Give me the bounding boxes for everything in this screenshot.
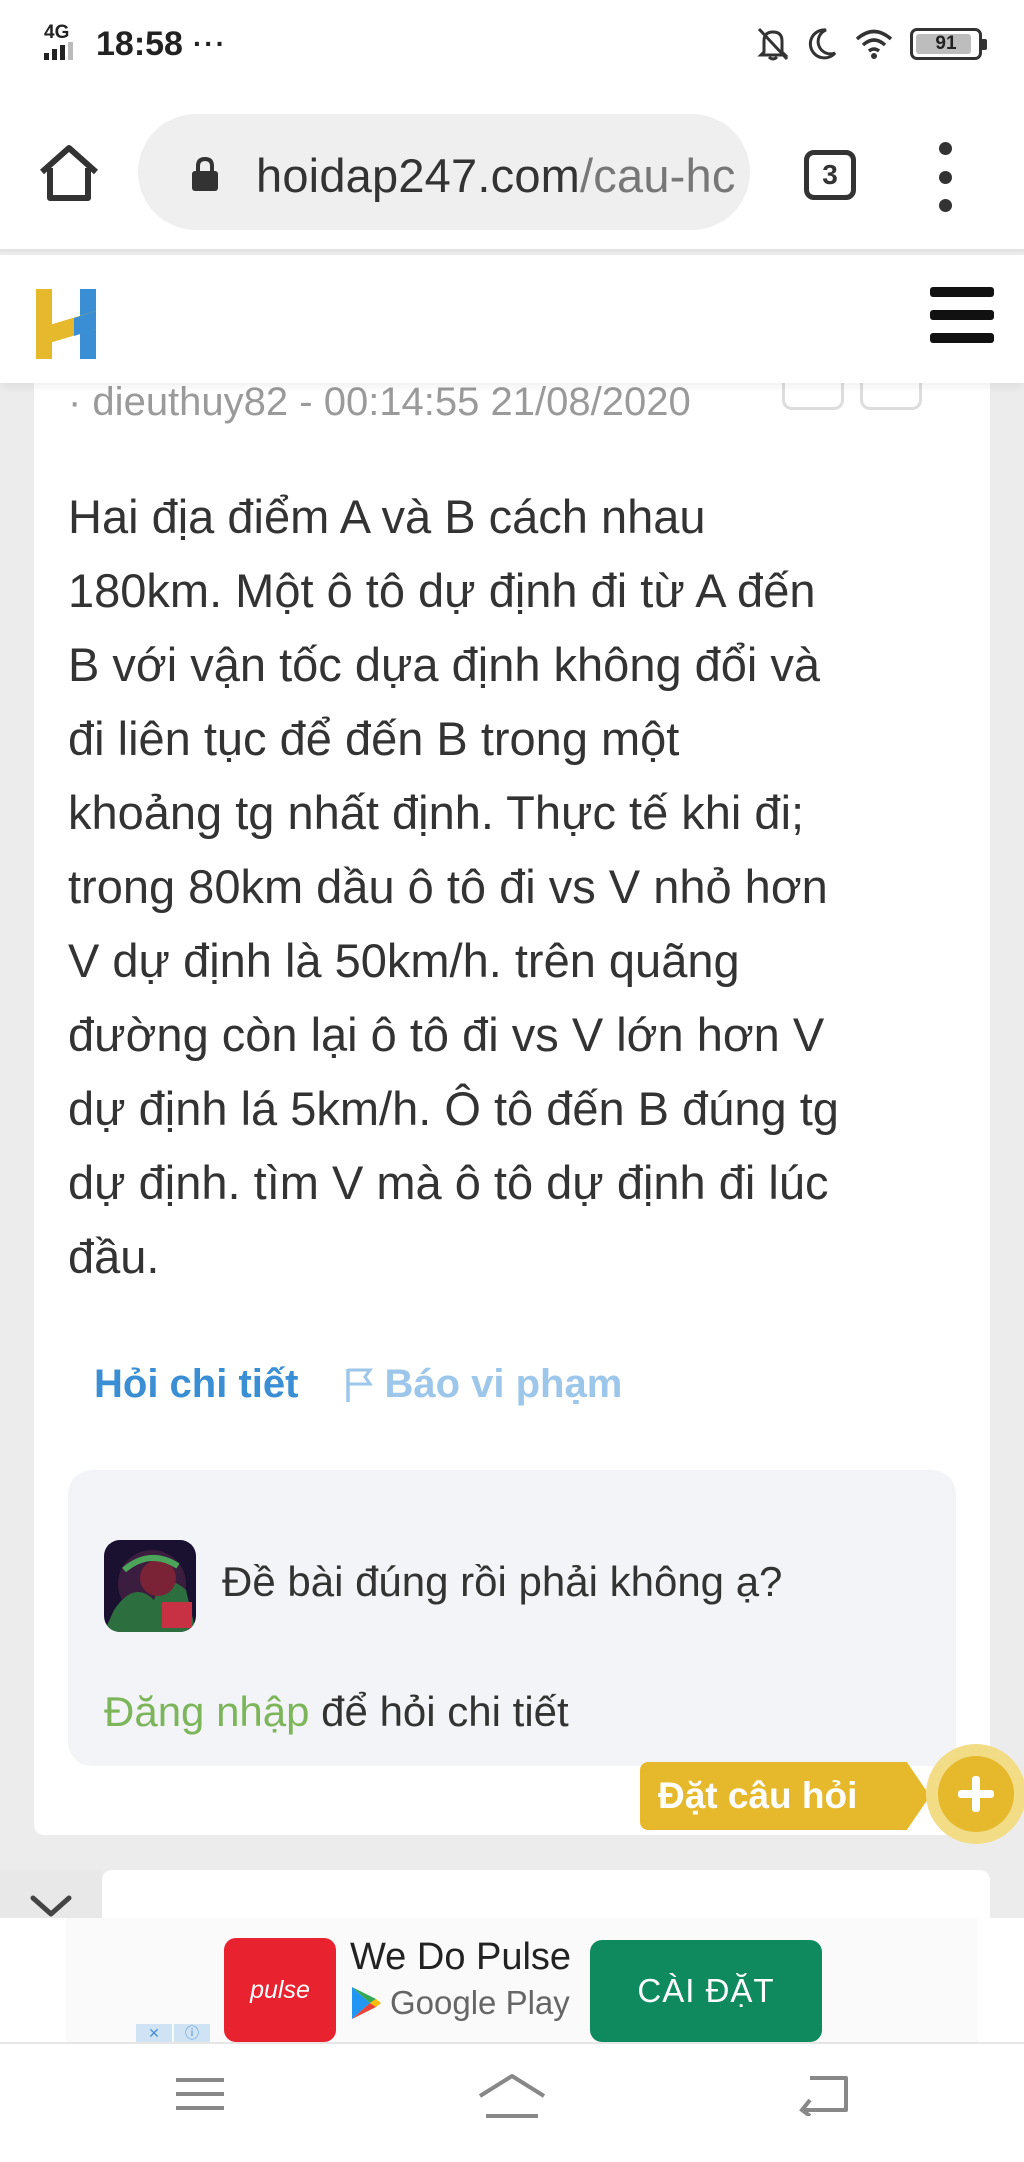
question-meta: · dieuthuy82 - 00:14:55 21/08/2020 xyxy=(68,380,691,424)
comment-text: Đề bài đúng rồi phải không ạ? xyxy=(222,1558,783,1605)
site-logo[interactable] xyxy=(34,285,100,363)
ad-store-label: Google Play xyxy=(390,1984,570,2021)
more-notifications: ··· xyxy=(192,28,227,59)
lock-icon xyxy=(192,156,218,191)
login-link[interactable]: Đăng nhập xyxy=(104,1688,310,1735)
question-text: Hai địa điểm A và B cách nhau 180km. Một… xyxy=(68,490,839,1283)
chevron-down-icon xyxy=(30,1895,72,1917)
more-vert-icon[interactable] xyxy=(930,142,960,212)
status-bar: 4G 18:58 ··· 91 xyxy=(0,0,1024,92)
network-type: 4G xyxy=(44,22,70,43)
bell-off-icon xyxy=(757,27,789,61)
ad-title[interactable]: We Do Pulse xyxy=(350,1936,571,1979)
battery-indicator: 91 xyxy=(910,28,987,60)
login-suffix: để hỏi chi tiết xyxy=(309,1688,569,1735)
login-prompt: Đăng nhập để hỏi chi tiết xyxy=(104,1688,569,1736)
plus-icon[interactable] xyxy=(924,1738,1024,1850)
hamburger-icon[interactable] xyxy=(930,287,994,343)
question-card: · dieuthuy82 - 00:14:55 21/08/2020 Hai đ… xyxy=(34,340,990,1835)
back-icon[interactable] xyxy=(796,2072,852,2116)
wifi-icon xyxy=(855,29,893,59)
question-actions: Hỏi chi tiết Báo vi phạm xyxy=(94,1362,622,1407)
moon-icon xyxy=(808,28,837,60)
site-header xyxy=(0,255,1024,383)
ad-store: Google Play xyxy=(350,1984,570,2022)
report-label: Báo vi phạm xyxy=(384,1362,623,1406)
recents-icon[interactable] xyxy=(172,2072,228,2116)
flag-icon xyxy=(346,1368,374,1402)
address-bar[interactable]: hoidap247.com/cau-hc xyxy=(138,114,750,230)
report-link[interactable]: Báo vi phạm xyxy=(344,1362,622,1407)
signal-icon xyxy=(44,42,73,60)
ad-install-button[interactable]: CÀI ĐẶT xyxy=(590,1940,822,2042)
avatar[interactable] xyxy=(104,1540,196,1632)
comment-box: Đề bài đúng rồi phải không ạ? Đăng nhập … xyxy=(68,1470,956,1766)
home-icon[interactable] xyxy=(36,140,102,206)
url-text: hoidap247.com/cau-hc xyxy=(256,148,736,203)
google-play-icon xyxy=(352,1987,381,2019)
ask-detail-link[interactable]: Hỏi chi tiết xyxy=(94,1362,298,1407)
ad-app-logo[interactable]: pulse xyxy=(224,1938,336,2042)
tab-switcher-button[interactable]: 3 xyxy=(804,150,856,200)
ask-question-label[interactable]: Đặt câu hỏi xyxy=(640,1762,930,1830)
clock: 18:58 xyxy=(96,24,183,63)
url-path: /cau-hc xyxy=(580,149,736,202)
network-indicator: 4G xyxy=(44,22,86,64)
url-host: hoidap247.com xyxy=(256,149,581,202)
battery-level: 91 xyxy=(935,33,957,54)
browser-toolbar: hoidap247.com/cau-hc 3 xyxy=(0,92,1024,252)
home-nav-icon[interactable] xyxy=(476,2072,548,2122)
ad-choices-icon[interactable]: ✕ ⓘ xyxy=(136,2024,210,2042)
system-nav-bar xyxy=(0,2042,1024,2162)
ad-banner[interactable]: ✕ ⓘ pulse We Do Pulse Google Play CÀI ĐẶT xyxy=(0,1918,1024,2042)
